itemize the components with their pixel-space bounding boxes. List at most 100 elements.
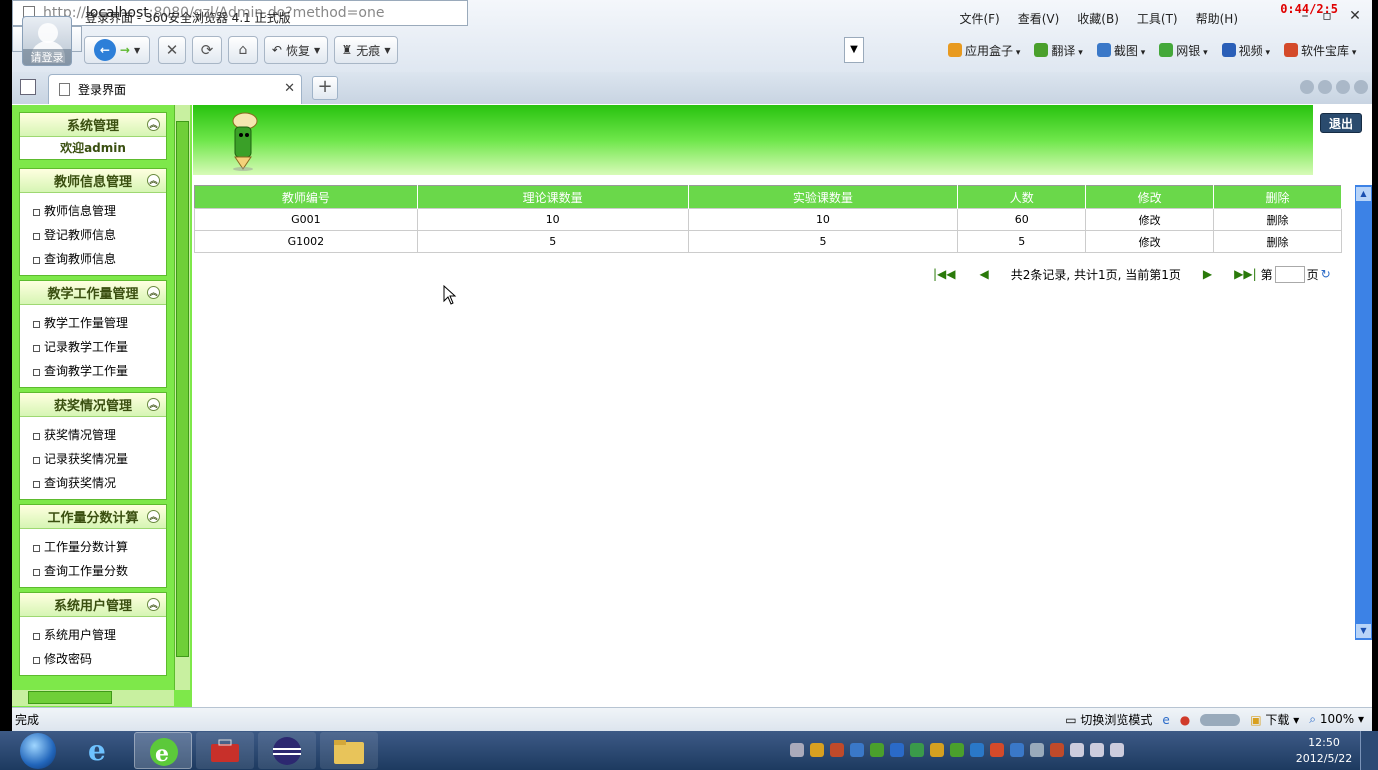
tab-login[interactable]: 登录界面 ✕	[48, 74, 302, 104]
refresh-button[interactable]: ⟳	[192, 36, 222, 64]
tray-icon[interactable]	[1090, 743, 1104, 757]
sidebar-link[interactable]: 记录教学工作量	[20, 335, 166, 359]
sidebar-group-header[interactable]: 工作量分数计算 ︽	[20, 505, 166, 529]
shield-icon[interactable]: ●	[1180, 713, 1190, 727]
tray-icon[interactable]	[870, 743, 884, 757]
tray-icon[interactable]	[790, 743, 804, 757]
start-orb-icon[interactable]	[20, 733, 56, 769]
collapse-icon[interactable]: ︽	[147, 118, 160, 131]
close-tab-icon[interactable]: ✕	[284, 81, 295, 96]
zoom-control[interactable]: ⌕ 100% ▾	[1309, 712, 1364, 727]
tray-icon[interactable]	[1070, 743, 1084, 757]
content-scrollbar[interactable]: ▲ ▼	[1355, 185, 1372, 640]
sidebar-link[interactable]: 获奖情况管理	[20, 423, 166, 447]
toolbox-taskbar-icon[interactable]	[196, 732, 254, 769]
toolbar-item[interactable]: 网银 ▾	[1159, 42, 1208, 59]
sidebar-link[interactable]: 教学工作量管理	[20, 311, 166, 335]
close-all-icon[interactable]	[1354, 80, 1368, 94]
toolbar-item[interactable]: 截图 ▾	[1096, 42, 1145, 59]
sidebar-link[interactable]: 系统用户管理	[20, 623, 166, 647]
sidebar-link[interactable]: 查询工作量分数	[20, 559, 166, 583]
collapse-icon[interactable]: ︽	[147, 398, 160, 411]
scroll-thumb[interactable]	[176, 121, 189, 657]
edit-link[interactable]: 修改	[1085, 230, 1215, 253]
toolbar-item[interactable]: 软件宝库 ▾	[1284, 42, 1356, 59]
go-page-icon[interactable]: ↻	[1321, 267, 1331, 281]
sidebar-link[interactable]: 工作量分数计算	[20, 535, 166, 559]
ie-icon[interactable]: e	[1162, 713, 1169, 727]
sidebar-toggle-icon[interactable]	[20, 79, 36, 95]
sidebar-link[interactable]: 查询获奖情况	[20, 471, 166, 495]
show-desktop-button[interactable]	[1360, 731, 1378, 770]
tray-icon[interactable]	[810, 743, 824, 757]
toolbar-item[interactable]: 翻译 ▾	[1034, 42, 1083, 59]
switch-mode-button[interactable]: ▭ 切换浏览模式	[1065, 711, 1152, 728]
menu-item[interactable]: 收藏(B)	[1077, 10, 1119, 27]
sidebar-link[interactable]: 查询教师信息	[20, 247, 166, 271]
ie-taskbar-icon[interactable]: e	[70, 732, 128, 769]
tab-prev-icon[interactable]	[1300, 80, 1314, 94]
tray-icon[interactable]	[930, 743, 944, 757]
sidebar-link[interactable]: 查询教学工作量	[20, 359, 166, 383]
back-icon[interactable]: ←	[93, 39, 116, 61]
delete-link[interactable]: 删除	[1213, 208, 1342, 231]
tray-icon[interactable]	[890, 743, 904, 757]
scroll-down-icon[interactable]: ▼	[1356, 624, 1371, 638]
collapse-icon[interactable]: ︽	[147, 286, 160, 299]
back-forward-buttons[interactable]: ← → ▼	[84, 36, 150, 64]
sidebar-horizontal-scrollbar[interactable]	[12, 690, 174, 706]
sidebar-link[interactable]: 登记教师信息	[20, 223, 166, 247]
tab-list-icon[interactable]	[1336, 80, 1350, 94]
toolbar-item[interactable]: 应用盒子 ▾	[948, 42, 1020, 59]
tray-icon[interactable]	[830, 743, 844, 757]
collapse-icon[interactable]: ︽	[147, 174, 160, 187]
tray-icon[interactable]	[1050, 743, 1064, 757]
scroll-thumb[interactable]	[28, 691, 112, 704]
first-page-icon[interactable]: |◀◀	[933, 267, 956, 281]
menu-item[interactable]: 文件(F)	[959, 10, 999, 27]
new-tab-button[interactable]: +	[312, 76, 338, 100]
traceless-button[interactable]: ♜ 无痕 ▼	[334, 36, 398, 64]
tray-icon[interactable]	[1110, 743, 1124, 757]
360-browser-taskbar-icon[interactable]: e	[134, 732, 192, 769]
minimize-icon[interactable]: –	[1296, 8, 1314, 24]
restore-button[interactable]: ↶ 恢复 ▼	[264, 36, 328, 64]
scroll-up-icon[interactable]: ▲	[1356, 187, 1371, 201]
close-window-icon[interactable]: ✕	[1346, 8, 1364, 24]
sidebar-group-header[interactable]: 教学工作量管理 ︽	[20, 281, 166, 305]
sidebar-link[interactable]: 记录获奖情况量	[20, 447, 166, 471]
tray-icon[interactable]	[970, 743, 984, 757]
edit-link[interactable]: 修改	[1085, 208, 1215, 231]
stop-button[interactable]: ✕	[158, 36, 186, 64]
download-button[interactable]: ▣ 下载 ▾	[1250, 711, 1299, 728]
tab-next-icon[interactable]	[1318, 80, 1332, 94]
logout-button[interactable]: 退出	[1320, 113, 1362, 133]
collapse-icon[interactable]: ︽	[147, 598, 160, 611]
sidebar-group-header[interactable]: 获奖情况管理 ︽	[20, 393, 166, 417]
forward-icon[interactable]: →	[120, 43, 130, 57]
tray-icon[interactable]	[1030, 743, 1044, 757]
maximize-icon[interactable]: ▫	[1318, 8, 1336, 24]
sidebar-group-header[interactable]: 教师信息管理 ︽	[20, 169, 166, 193]
tray-icon[interactable]	[950, 743, 964, 757]
next-page-icon[interactable]: ▶	[1203, 267, 1212, 281]
avatar[interactable]: 请登录	[22, 16, 72, 66]
menu-item[interactable]: 帮助(H)	[1196, 10, 1238, 27]
sidebar-group-header[interactable]: 系统管理 ︽	[20, 113, 166, 137]
prev-page-icon[interactable]: ◀	[980, 267, 989, 281]
sidebar-vertical-scrollbar[interactable]	[174, 105, 190, 690]
page-number-input[interactable]	[1274, 265, 1305, 283]
eclipse-taskbar-icon[interactable]	[258, 732, 316, 769]
sidebar-link[interactable]: 修改密码	[20, 647, 166, 671]
menu-item[interactable]: 查看(V)	[1018, 10, 1060, 27]
home-button[interactable]: ⌂	[228, 36, 258, 64]
explorer-taskbar-icon[interactable]	[320, 732, 378, 769]
sidebar-link[interactable]: 教师信息管理	[20, 199, 166, 223]
chevron-down-icon[interactable]: ▼	[134, 46, 140, 55]
toolbar-item[interactable]: 视频 ▾	[1221, 42, 1270, 59]
tray-icon[interactable]	[850, 743, 864, 757]
tray-icon[interactable]	[910, 743, 924, 757]
toggle-icon[interactable]	[1200, 713, 1241, 726]
last-page-icon[interactable]: ▶▶|	[1234, 267, 1257, 281]
tray-icon[interactable]	[990, 743, 1004, 757]
